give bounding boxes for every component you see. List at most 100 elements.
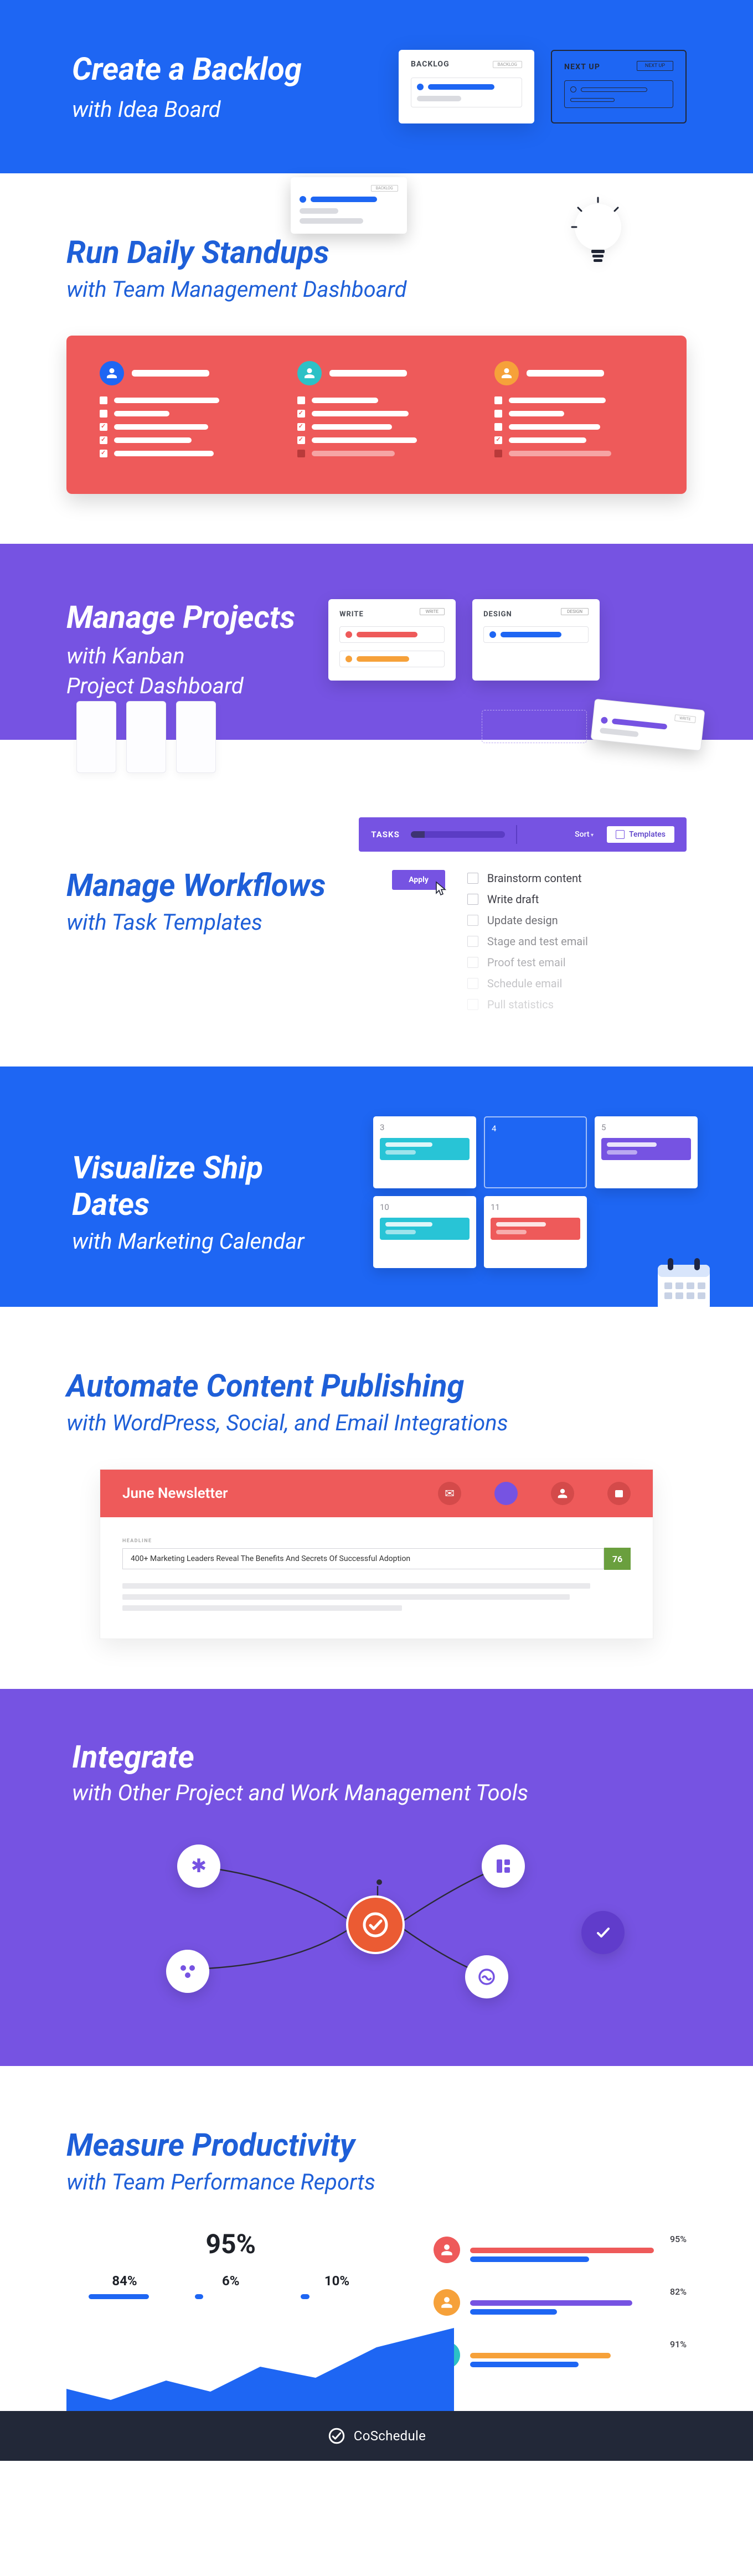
templates-button-label: Templates (629, 830, 666, 839)
owner-avatar-icon (551, 1482, 574, 1505)
heading-productivity: Measure Productivity (66, 2127, 687, 2163)
backlog-card-tag: BACKLOG (493, 61, 522, 68)
checkbox-disabled-icon (297, 450, 305, 457)
checkbox-done-icon (494, 436, 502, 444)
item-title-pill (357, 656, 409, 662)
item-dot-icon (345, 631, 352, 638)
sub-bar: 84% (89, 2273, 161, 2299)
task-pill (509, 398, 606, 403)
calendar-cluster: 3 4 5 10 (373, 1116, 698, 1268)
person-percent: 82% (470, 2286, 687, 2297)
section-workflows: Manage Workflows with Task Templates TAS… (0, 740, 753, 1067)
heading-shipdates: Visualize Ship Dates (72, 1150, 345, 1223)
calendar-item (491, 1218, 580, 1240)
calendar-day-number: 10 (380, 1202, 389, 1212)
calendar-cell-empty: 4 (484, 1116, 587, 1188)
subheading-shipdates: with Marketing Calendar (72, 1228, 345, 1254)
section-text: Visualize Ship Dates with Marketing Cale… (72, 1116, 345, 1254)
task-pill (114, 424, 208, 430)
productivity-chart: 95% 84%6%10% (66, 2228, 395, 2411)
headline-score: 76 (604, 1548, 631, 1570)
calendar-day-number: 11 (491, 1202, 500, 1212)
people-list: 95% 82% 91% (434, 2228, 687, 2371)
apply-button-label: Apply (409, 875, 429, 884)
calendar-icon (653, 1255, 714, 1318)
subheading-backlog: with Idea Board (72, 96, 302, 122)
checkbox-done-icon (100, 423, 107, 431)
item-subtitle-pill (417, 96, 461, 101)
subheading-integrate: with Other Project and Work Management T… (72, 1780, 681, 1806)
apply-button[interactable]: Apply (392, 870, 445, 890)
section-kanban: Manage Projects with Kanban Project Dash… (0, 544, 753, 740)
ghost-column (76, 701, 116, 773)
item-subtitle-pill (300, 208, 338, 214)
avatar-icon (494, 361, 519, 385)
toolbar-label-tasks: TASKS (371, 830, 400, 839)
subheading-automate: with WordPress, Social, and Email Integr… (66, 1410, 687, 1436)
workflow-task: Brainstorm content (467, 872, 588, 885)
item-title-pill (428, 84, 494, 90)
task-pill (509, 437, 586, 443)
calendar-mini-icon (607, 1482, 631, 1505)
calendar-cell: 5 (595, 1116, 698, 1188)
nextup-card-tag: NEXT UP (637, 61, 673, 71)
person-row: 82% (434, 2286, 687, 2318)
task-pill (312, 398, 378, 403)
item-subtitle-pill (570, 98, 615, 102)
person-bar (470, 2248, 654, 2253)
integration-icon (494, 1482, 518, 1505)
toolbar-divider (516, 825, 517, 844)
kanban-col-tag: DESIGN (561, 608, 589, 615)
workflow-task-label: Stage and test email (487, 935, 588, 948)
kanban-column-design: DESIGN DESIGN (472, 599, 600, 681)
task-pill (312, 411, 409, 416)
standups-board (66, 336, 687, 494)
section-automate: Automate Content Publishing with WordPre… (0, 1307, 753, 1689)
templates-button[interactable]: Templates (607, 826, 674, 843)
avatar-icon (297, 361, 322, 385)
checkbox-icon (467, 978, 478, 989)
task-pill (312, 437, 417, 443)
checkbox-icon (467, 915, 478, 926)
calendar-day-number: 5 (601, 1122, 606, 1132)
checkbox-icon (467, 936, 478, 947)
checkbox-icon (467, 873, 478, 884)
avatar-name-pill (329, 370, 407, 377)
section-productivity: Measure Productivity with Team Performan… (0, 2066, 753, 2411)
workflow-task: Write draft (467, 893, 588, 906)
person-percent: 95% (470, 2234, 687, 2244)
task-pill (114, 451, 214, 456)
checkbox-done-icon (297, 436, 305, 444)
checkbox-icon (494, 396, 502, 404)
check-icon (581, 1911, 625, 1954)
section-text: Manage Workflows with Task Templates (66, 817, 326, 935)
standups-column (494, 361, 653, 463)
avatar-icon (434, 2289, 460, 2316)
person-bars: 82% (470, 2286, 687, 2318)
person-row: 91% (434, 2339, 687, 2371)
area-chart (66, 2328, 454, 2411)
brand-name: CoSchedule (354, 2428, 426, 2444)
automate-body: HEADLINE 400+ Marketing Leaders Reveal T… (100, 1517, 653, 1639)
backlog-card: BACKLOG BACKLOG (399, 50, 534, 123)
item-title-pill (581, 87, 647, 92)
calendar-item (601, 1138, 691, 1160)
workflow-task-list: Brainstorm contentWrite draftUpdate desi… (467, 872, 588, 1011)
kanban-item (339, 651, 445, 667)
section-integrate: Integrate with Other Project and Work Ma… (0, 1689, 753, 2066)
automate-title: June Newsletter (122, 1485, 228, 1502)
workflows-toolbar: TASKS Sort Templates (359, 817, 687, 852)
checkbox-disabled-icon (494, 450, 502, 457)
headline-text: 400+ Marketing Leaders Reveal The Benefi… (122, 1548, 604, 1569)
sort-dropdown[interactable]: Sort (575, 830, 596, 839)
calendar-cell: 3 (373, 1116, 476, 1188)
heading-kanban: Manage Projects (66, 599, 295, 636)
floating-card: BACKLOG (291, 177, 407, 234)
checkbox-icon (494, 423, 502, 431)
toolbar-progress (411, 831, 505, 838)
backlog-card-label: BACKLOG (411, 60, 450, 69)
checkbox-icon (100, 410, 107, 418)
workflow-task-label: Write draft (487, 893, 539, 906)
sub-bar: 10% (301, 2273, 373, 2299)
item-dot-icon (300, 196, 306, 203)
